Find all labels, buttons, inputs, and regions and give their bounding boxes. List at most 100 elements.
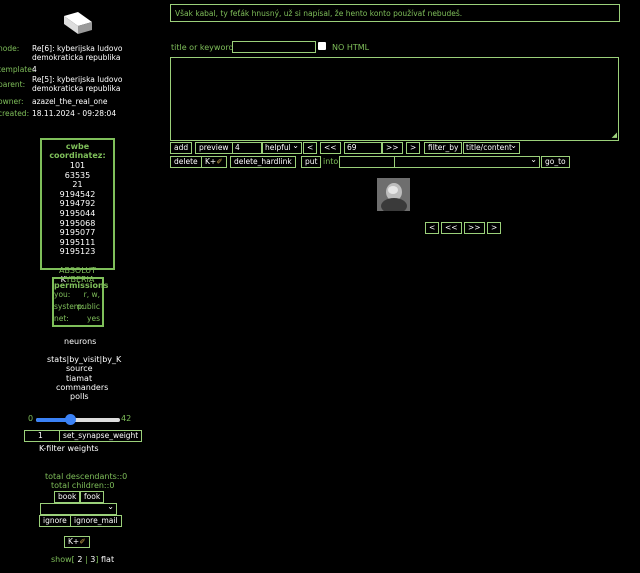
parent-label: parent: [0, 80, 26, 89]
destination-select[interactable] [394, 156, 540, 168]
permission-row: net: yes [54, 314, 102, 326]
title-keywords-input[interactable] [232, 41, 316, 53]
next-button[interactable]: > [406, 142, 421, 154]
coordinate-value[interactable]: 101 [42, 161, 113, 171]
permission-label: net: [54, 314, 69, 323]
permission-value: public [77, 302, 100, 311]
show-suffix: ] [95, 555, 99, 564]
delete-hardlink-button[interactable]: delete_hardlink [230, 156, 296, 168]
top-message-text: Však kabal, ty feťák hnusný, už si napís… [175, 9, 463, 18]
title-content-select[interactable]: title/content [463, 142, 520, 154]
show-prefix: show[ [51, 555, 75, 564]
add-button[interactable]: add [170, 142, 193, 154]
coordinates-panel: cwbe coordinatez: 101 63535 21 9194542 91947… [40, 138, 115, 284]
pager-first-button[interactable]: << [441, 222, 462, 234]
last-page-button[interactable]: >> [382, 142, 403, 154]
kyberia-logo-icon[interactable] [58, 10, 98, 36]
stats-links: stats|by_visit|by_K [47, 355, 122, 364]
coordinate-value[interactable]: 9195044 [42, 209, 113, 219]
go-to-button[interactable]: go_to [541, 156, 570, 168]
show-options: show[ 2 | 3] flat [51, 555, 114, 564]
ignore-button[interactable]: ignore [39, 515, 71, 527]
page-input[interactable]: 69 [344, 142, 382, 154]
toolbar-kplus-label: K+ [205, 157, 217, 166]
pager-prev-button[interactable]: < [425, 222, 440, 234]
kplus-button[interactable]: K+✐ [64, 536, 90, 548]
coordinates-title: cwbe coordinatez: [49, 142, 106, 160]
coordinate-value[interactable]: 9195123 [42, 247, 113, 257]
coordinates-list: 101 63535 21 9194542 9194792 9195044 9195068 91… [42, 161, 113, 257]
coordinate-value[interactable]: 9195068 [42, 219, 113, 229]
book-button[interactable]: book [54, 491, 81, 503]
fook-button[interactable]: fook [80, 491, 105, 503]
show-separator: | [84, 555, 88, 564]
synapse-weight-value: 1 [38, 431, 43, 440]
permissions-title: permissions [54, 281, 109, 290]
permissions-panel: permissions you: r, w, system: public net: ye… [52, 277, 109, 327]
into-input[interactable] [339, 156, 395, 168]
toolbar-kplus-button[interactable]: K+✐ [201, 156, 227, 168]
synapse-slider-track[interactable] [36, 414, 120, 425]
ignore-mail-button[interactable]: ignore_mail [70, 515, 122, 527]
permission-value: yes [87, 314, 100, 323]
polls-link[interactable]: polls [70, 392, 89, 401]
no-html-label: NO HTML [332, 43, 370, 52]
user-avatar-thumbnail[interactable] [377, 178, 410, 211]
pager-next-button[interactable]: > [487, 222, 502, 234]
no-html-checkbox[interactable] [318, 42, 326, 50]
kplus-label: K+ [68, 537, 80, 546]
node-label: node: [0, 44, 20, 53]
owner-label: owner: [0, 97, 24, 106]
synapse-slider-thumb[interactable] [65, 414, 76, 425]
parent-link[interactable]: Re[5]: kyberijska ludovo demokraticka re… [32, 75, 162, 93]
permissions-rows: you: r, w, system: public net: yes [54, 290, 102, 326]
first-page-button[interactable]: << [320, 142, 341, 154]
delete-button[interactable]: delete [170, 156, 202, 168]
set-synapse-weight-button[interactable]: set_synapse_weight [59, 430, 143, 442]
permission-row: you: r, w, [54, 290, 102, 302]
total-children: total children::0 [51, 481, 115, 490]
put-button[interactable]: put [301, 156, 322, 168]
pencil-icon: ✐ [216, 157, 223, 166]
tiamat-link[interactable]: tiamat [66, 374, 92, 383]
bookmark-category-select[interactable] [40, 503, 117, 515]
absolut-link[interactable]: ABSOLUT [42, 266, 113, 275]
permission-row: system: public [54, 302, 102, 314]
source-link[interactable]: source [66, 364, 93, 373]
created-label: created: [0, 109, 30, 118]
by-k-link[interactable]: by_K [102, 355, 121, 364]
owner-link[interactable]: azazel_the_real_one [32, 97, 108, 106]
template-value[interactable]: 4 [32, 65, 37, 74]
into-label: into [323, 157, 339, 166]
filter-by-button[interactable]: filter_by [424, 142, 463, 154]
helpful-select-value: helpful [265, 143, 291, 152]
commanders-link[interactable]: commanders [56, 383, 108, 392]
coordinate-value[interactable]: 63535 [42, 171, 113, 181]
by-visit-link[interactable]: by_visit [69, 355, 99, 364]
slider-min-label: 0 [28, 414, 34, 423]
node-title[interactable]: Re[6]: kyberijska ludovo demokraticka re… [32, 44, 162, 62]
stats-link[interactable]: stats [47, 355, 67, 364]
show-flat[interactable]: flat [101, 555, 114, 564]
resize-handle-icon[interactable]: ◢ [612, 131, 617, 139]
synapse-weight-input[interactable]: 1 [24, 430, 60, 442]
prev-button[interactable]: < [303, 142, 318, 154]
coordinate-value[interactable]: 21 [42, 180, 113, 190]
coordinate-value[interactable]: 9194792 [42, 199, 113, 209]
coordinate-value[interactable]: 9195111 [42, 238, 113, 248]
k-filter-weights-label: K-filter weights [39, 444, 99, 453]
total-descendants: total descendants::0 [45, 472, 128, 481]
preview-button[interactable]: preview [195, 142, 233, 154]
coordinate-value[interactable]: 9194542 [42, 190, 113, 200]
permission-value: r, w, [83, 290, 100, 299]
show-option-2[interactable]: 2 [77, 555, 82, 564]
neurons-link[interactable]: neurons [64, 337, 96, 346]
message-textarea[interactable]: ◢ [170, 57, 619, 141]
permission-label: you: [54, 290, 71, 299]
title-content-select-value: title/content [466, 143, 512, 152]
coordinate-value[interactable]: 9195077 [42, 228, 113, 238]
count-input[interactable]: 4 [232, 142, 262, 154]
helpful-select[interactable]: helpful [262, 142, 302, 154]
slider-max-label: 42 [121, 414, 132, 423]
pager-last-button[interactable]: >> [464, 222, 485, 234]
